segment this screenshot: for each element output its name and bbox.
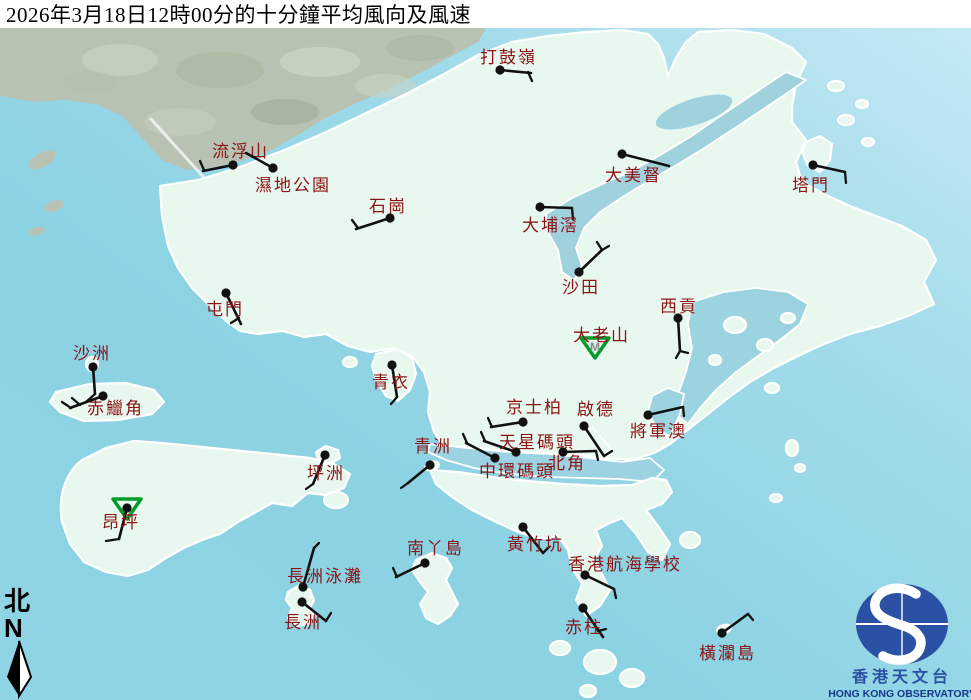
station-dot xyxy=(122,503,131,512)
ma-wan-islet xyxy=(343,357,357,367)
station-label: 流浮山 xyxy=(212,142,269,161)
station-label: 昂坪 xyxy=(102,513,140,532)
title-bar: 2026年3月18日12時00分的十分鐘平均風向及風速 xyxy=(0,0,971,28)
station-label: 南丫島 xyxy=(407,539,464,558)
station-dot xyxy=(574,267,583,276)
station-dot xyxy=(717,628,726,637)
station-dot xyxy=(808,160,817,169)
compass-north-chinese: 北 xyxy=(4,587,30,616)
station-label: 西貢 xyxy=(660,297,698,316)
station-label: 坪洲 xyxy=(307,464,345,483)
station-dot xyxy=(320,450,329,459)
station-label: 青衣 xyxy=(372,373,410,392)
compass-north-letter: N xyxy=(4,613,23,643)
station-label: 長洲泳灘 xyxy=(287,567,363,586)
logo-name-english: HONG KONG OBSERVATORY xyxy=(828,688,971,700)
station-label: 香港航海學校 xyxy=(568,555,682,574)
station-dot xyxy=(617,149,626,158)
station-label: 青洲 xyxy=(414,437,452,456)
station-dot xyxy=(535,202,544,211)
station-label: 石崗 xyxy=(369,197,407,216)
station-label: 赤柱 xyxy=(565,618,603,637)
wind-barb-staff xyxy=(563,451,596,452)
station-label: 屯門 xyxy=(206,300,244,319)
station-label: 塔門 xyxy=(792,176,830,195)
po-toi-island xyxy=(584,650,616,674)
hei-ling-chau-island xyxy=(324,492,348,508)
station-dot xyxy=(221,288,230,297)
station-dot xyxy=(518,417,527,426)
station-dot xyxy=(387,360,396,369)
station-label: 長洲 xyxy=(284,613,322,632)
station-label: 中環碼頭 xyxy=(479,462,555,481)
station-label: 京士柏 xyxy=(506,398,563,417)
wind-map-page: 打鼓嶺流浮山濕地公園石崗大美督塔門大埔滘沙田屯門西貢M大老山沙洲赤鱲角青衣京士柏… xyxy=(0,0,971,700)
wind-barb-tick xyxy=(845,172,846,183)
station-label: 沙洲 xyxy=(73,344,111,363)
station-label: 大美督 xyxy=(605,166,662,185)
tung-lung-island xyxy=(680,532,700,548)
station-dot xyxy=(228,160,237,169)
station-dot xyxy=(425,460,434,469)
station-label: 赤鱲角 xyxy=(87,399,144,418)
station-label: 黃竹坑 xyxy=(507,535,564,554)
station-dot xyxy=(578,603,587,612)
station-dot xyxy=(579,421,588,430)
station-label: 啟德 xyxy=(577,400,615,419)
station-label: 大埔滘 xyxy=(522,216,579,235)
wind-barb-tick xyxy=(683,407,684,416)
logo-name-chinese: 香港天文台 xyxy=(851,667,952,686)
station-label: 大老山 xyxy=(573,326,630,345)
station-dot xyxy=(518,522,527,531)
station-dot xyxy=(420,558,429,567)
station-dot xyxy=(297,597,306,606)
station-label: 濕地公園 xyxy=(255,176,331,195)
page-title: 2026年3月18日12時00分的十分鐘平均風向及風速 xyxy=(0,0,471,29)
station-dot xyxy=(88,362,97,371)
hong-kong-wind-map: 打鼓嶺流浮山濕地公園石崗大美督塔門大埔滘沙田屯門西貢M大老山沙洲赤鱲角青衣京士柏… xyxy=(0,0,971,700)
station-label: 沙田 xyxy=(562,278,600,297)
kau-sai-chau xyxy=(724,317,746,333)
wind-barb-staff xyxy=(540,207,572,208)
station-dot xyxy=(643,410,652,419)
station-label: 將軍澳 xyxy=(630,422,687,441)
station-dot xyxy=(268,163,277,172)
station-label: 打鼓嶺 xyxy=(480,48,537,67)
station-label: 橫瀾島 xyxy=(699,644,756,663)
